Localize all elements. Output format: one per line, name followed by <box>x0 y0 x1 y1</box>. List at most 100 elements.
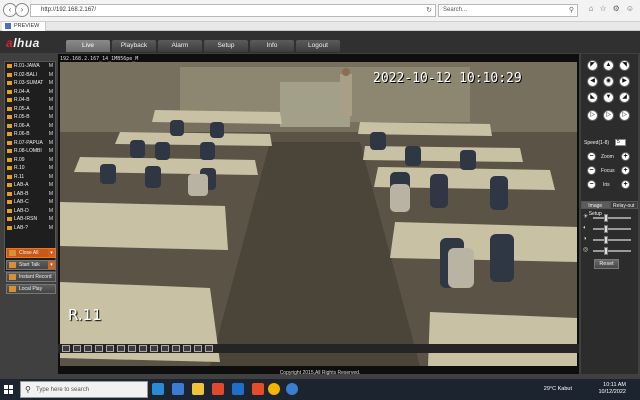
channel-item[interactable]: LAB-? M <box>5 224 55 233</box>
ptz-left-icon[interactable]: ◀ <box>587 76 598 87</box>
chrome-icon[interactable] <box>268 383 280 395</box>
ptz-down-right-icon[interactable]: ◢ <box>619 92 630 103</box>
favorites-icon[interactable]: ☆ <box>599 4 606 13</box>
layout-icon[interactable] <box>106 345 114 352</box>
channel-item[interactable]: LAB-D M <box>5 207 55 216</box>
channel-stream-type[interactable]: M <box>49 147 53 156</box>
home-icon[interactable]: ⌂ <box>589 4 594 13</box>
slider-track[interactable] <box>593 250 631 252</box>
app-icon[interactable] <box>252 383 264 395</box>
slider-track[interactable] <box>593 239 631 241</box>
address-bar[interactable]: http://192.168.2.167/ ↻ <box>30 4 436 17</box>
refresh-icon[interactable]: ↻ <box>426 6 432 14</box>
channel-item[interactable]: R.07-PAPUA M <box>5 139 55 148</box>
channel-stream-type[interactable]: M <box>49 122 53 131</box>
channel-stream-type[interactable]: M <box>49 173 53 182</box>
channel-item[interactable]: R.10 M <box>5 164 55 173</box>
channel-stream-type[interactable]: M <box>49 224 53 233</box>
browser-search-input[interactable]: Search... ⚲ <box>438 4 578 17</box>
ptz-extra-left-icon[interactable]: ▷ <box>587 110 598 121</box>
camera-feed[interactable]: 2022-10-12 10:10:29 R.11 <box>60 62 577 366</box>
layout-icon[interactable] <box>128 345 136 352</box>
channel-item[interactable]: R.11 M <box>5 173 55 182</box>
tab-relay-out[interactable]: Relay-out <box>609 201 638 209</box>
ie-icon[interactable] <box>286 383 298 395</box>
iris-minus-button[interactable]: − <box>587 180 596 189</box>
channel-item[interactable]: R.08-LOMBI M <box>5 147 55 156</box>
channel-item[interactable]: LAB-B M <box>5 190 55 199</box>
image-slider[interactable]: ◑ <box>583 236 636 244</box>
channel-item[interactable]: R.09 M <box>5 156 55 165</box>
layout-icon[interactable] <box>183 345 191 352</box>
image-slider[interactable]: ◐ <box>583 225 636 233</box>
task-view-icon[interactable] <box>152 383 164 395</box>
layout-icon[interactable] <box>117 345 125 352</box>
ptz-extra-center-icon[interactable]: ▷ <box>603 110 614 121</box>
forward-icon[interactable]: › <box>15 3 29 17</box>
layout-icon[interactable] <box>194 345 202 352</box>
ptz-up-right-icon[interactable]: ◥ <box>619 60 630 71</box>
channel-item[interactable]: R.03-SUMAT M <box>5 79 55 88</box>
file-explorer-icon[interactable] <box>192 383 204 395</box>
tab-image-setup[interactable]: Image Setup <box>581 201 610 217</box>
channel-item[interactable]: R.05-A M <box>5 105 55 114</box>
channel-stream-type[interactable]: M <box>49 130 53 139</box>
menu-setup[interactable]: Setup <box>204 40 248 52</box>
ptz-right-icon[interactable]: ▶ <box>619 76 630 87</box>
ptz-up-left-icon[interactable]: ◤ <box>587 60 598 71</box>
channel-item[interactable]: LAB-C M <box>5 198 55 207</box>
slider-thumb[interactable] <box>604 225 609 233</box>
layout-icon[interactable] <box>62 345 70 352</box>
channel-stream-type[interactable]: M <box>49 105 53 114</box>
slider-track[interactable] <box>593 228 631 230</box>
layout-icon[interactable] <box>150 345 158 352</box>
layout-icon[interactable] <box>139 345 147 352</box>
edge-icon[interactable] <box>172 383 184 395</box>
speed-select[interactable]: 5 <box>615 139 626 146</box>
channel-stream-type[interactable]: M <box>49 62 53 71</box>
menu-playback[interactable]: Playback <box>112 40 156 52</box>
mail-icon[interactable] <box>232 383 244 395</box>
channel-item[interactable]: R.05-B M <box>5 113 55 122</box>
channel-item[interactable]: R.06-A M <box>5 122 55 131</box>
channel-item[interactable]: LAB-A M <box>5 181 55 190</box>
chevron-down-icon[interactable]: ▾ <box>48 249 55 257</box>
taskbar-search-input[interactable]: ⚲ Type here to search <box>20 381 148 398</box>
channel-stream-type[interactable]: M <box>49 156 53 165</box>
channel-item[interactable]: R.02-BALI M <box>5 71 55 80</box>
slider-thumb[interactable] <box>604 247 609 255</box>
reset-button[interactable]: Reset <box>594 259 619 269</box>
tab-preview[interactable]: PREVIEW <box>2 22 47 31</box>
channel-stream-type[interactable]: M <box>49 88 53 97</box>
zoom-minus-button[interactable]: − <box>587 152 596 161</box>
layout-icon[interactable] <box>73 345 81 352</box>
search-icon[interactable]: ⚲ <box>569 6 574 14</box>
slider-thumb[interactable] <box>604 214 609 222</box>
channel-stream-type[interactable]: M <box>49 96 53 105</box>
menu-alarm[interactable]: Alarm <box>158 40 202 52</box>
start-talk-button[interactable]: Start Talk ▾ <box>6 260 56 270</box>
channel-stream-type[interactable]: M <box>49 164 53 173</box>
image-slider[interactable]: ☀ <box>583 214 636 222</box>
store-icon[interactable] <box>212 383 224 395</box>
ptz-down-icon[interactable]: ▼ <box>603 92 614 103</box>
close-all-button[interactable]: Close All ▾ <box>6 248 56 258</box>
slider-track[interactable] <box>593 217 631 219</box>
channel-stream-type[interactable]: M <box>49 71 53 80</box>
instant-record-button[interactable]: Instant Record <box>6 272 56 282</box>
layout-icon[interactable] <box>95 345 103 352</box>
layout-icon[interactable] <box>172 345 180 352</box>
iris-plus-button[interactable]: + <box>621 180 630 189</box>
menu-live[interactable]: Live <box>66 40 110 52</box>
channel-stream-type[interactable]: M <box>49 207 53 216</box>
ptz-down-left-icon[interactable]: ◣ <box>587 92 598 103</box>
channel-item[interactable]: R.01-JAWA M <box>5 62 55 71</box>
ptz-center-icon[interactable]: ◉ <box>603 76 614 87</box>
image-slider[interactable]: ◎ <box>583 247 636 255</box>
layout-icon[interactable] <box>205 345 213 352</box>
channel-stream-type[interactable]: M <box>49 139 53 148</box>
menu-logout[interactable]: Logout <box>296 40 340 52</box>
layout-icon[interactable] <box>161 345 169 352</box>
channel-item[interactable]: R.04-B M <box>5 96 55 105</box>
gear-icon[interactable]: ⚙ <box>613 4 620 13</box>
